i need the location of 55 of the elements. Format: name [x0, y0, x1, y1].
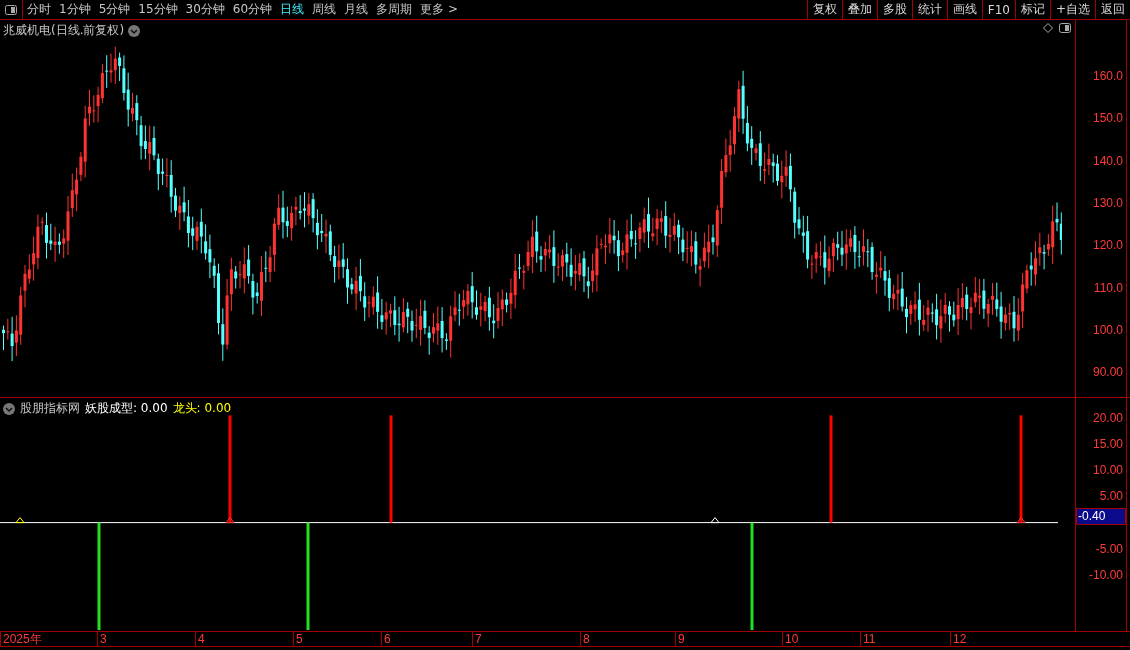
- toolbar-button[interactable]: F10: [981, 0, 1015, 19]
- period-tab[interactable]: 周线: [308, 0, 341, 19]
- current-value-tag: -0.40: [1076, 508, 1126, 525]
- price-label: 130.0: [1092, 195, 1123, 210]
- dropdown-icon[interactable]: [3, 402, 15, 415]
- value-label: -5.00: [1095, 541, 1123, 556]
- period-tab[interactable]: 60分钟: [228, 0, 277, 19]
- stock-title: 兆威机电(日线.前复权): [3, 22, 125, 39]
- toolbar-button[interactable]: 返回: [1095, 0, 1130, 19]
- date-label: 7: [472, 632, 482, 646]
- panel-icon[interactable]: [1059, 23, 1071, 33]
- period-tab[interactable]: 月线: [340, 0, 373, 19]
- toolbar-button[interactable]: 统计: [911, 0, 947, 19]
- date-label: 10: [782, 632, 799, 646]
- date-label: 5: [293, 632, 303, 646]
- period-tab[interactable]: 15分钟: [134, 0, 182, 19]
- date-label: 2025年: [0, 632, 42, 646]
- date-label: 4: [195, 632, 205, 646]
- period-tab[interactable]: 多周期: [372, 0, 417, 19]
- toolbar-button[interactable]: 标记: [1014, 0, 1050, 19]
- price-label: 120.0: [1092, 238, 1123, 253]
- date-label: 6: [381, 632, 391, 646]
- value-label: 10.00: [1092, 463, 1123, 478]
- value-label: 20.00: [1092, 411, 1123, 425]
- price-label: 90.00: [1092, 365, 1123, 380]
- toolbar-button[interactable]: 复权: [806, 0, 842, 19]
- toolbar-button[interactable]: 画线: [946, 0, 982, 19]
- date-label: 11: [860, 632, 876, 646]
- dropdown-icon[interactable]: [128, 24, 141, 37]
- date-label: 8: [580, 632, 590, 646]
- period-tab[interactable]: 日线: [276, 0, 309, 19]
- price-label: 110.0: [1093, 280, 1123, 295]
- date-label: 3: [97, 632, 107, 646]
- period-tab[interactable]: 30分钟: [181, 0, 229, 19]
- value-label: 15.00: [1092, 437, 1123, 452]
- panel-icon[interactable]: [5, 4, 17, 15]
- price-label: 150.0: [1092, 111, 1123, 126]
- price-label: 140.0: [1092, 153, 1123, 168]
- toolbar-button[interactable]: 多股: [876, 0, 912, 19]
- period-tab[interactable]: 1分钟: [55, 0, 95, 19]
- diamond-icon[interactable]: [1043, 23, 1053, 33]
- value-label: -10.00: [1088, 567, 1123, 582]
- toolbar-button[interactable]: 叠加: [841, 0, 877, 19]
- date-label: 12: [950, 632, 967, 646]
- legend-value: 妖股成型: 0.00: [85, 400, 168, 417]
- legend-value: 龙头: 0.00: [172, 400, 232, 417]
- period-tab[interactable]: 更多 >: [416, 0, 462, 19]
- date-label: 9: [675, 632, 685, 646]
- indicator-name: 股朋指标网: [20, 400, 80, 417]
- period-tab[interactable]: 5分钟: [94, 0, 135, 19]
- toolbar-button[interactable]: +自选: [1049, 0, 1095, 19]
- value-label: 5.00: [1099, 489, 1123, 504]
- period-tab[interactable]: 分时: [23, 0, 55, 19]
- price-label: 100.0: [1092, 322, 1123, 337]
- price-label: 160.0: [1092, 69, 1123, 83]
